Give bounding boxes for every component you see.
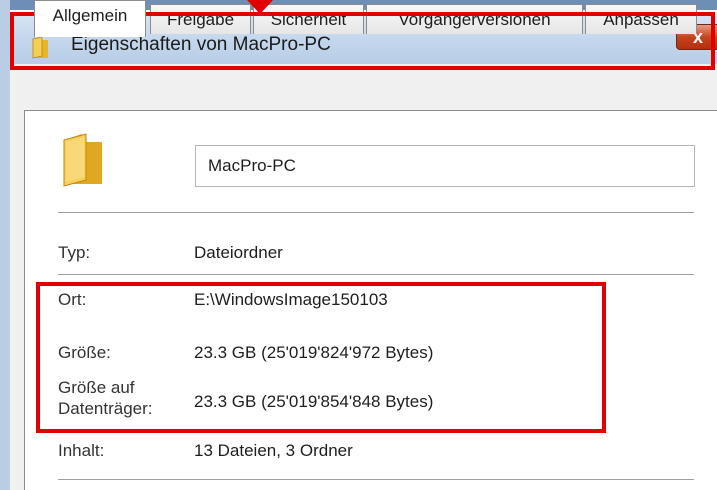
tab-label: Allgemein <box>52 6 128 25</box>
folder-name-input[interactable] <box>195 145 695 187</box>
size-on-disk-value: 23.3 GB (25'019'854'848 Bytes) <box>194 392 434 411</box>
divider <box>58 212 694 213</box>
folder-icon <box>32 36 48 59</box>
annotation-arrow <box>247 0 273 14</box>
size-value: 23.3 GB (25'019'824'972 Bytes) <box>194 343 434 362</box>
size-label: Größe: <box>58 343 111 362</box>
contents-label: Inhalt: <box>58 441 105 460</box>
tab-label: Vorgängerversionen <box>398 10 551 29</box>
folder-icon <box>63 133 102 187</box>
location-label: Ort: <box>58 290 87 309</box>
size-on-disk-label-line2: Datenträger: <box>58 399 153 418</box>
divider <box>58 479 694 480</box>
tab-label: Sicherheit <box>270 10 347 29</box>
tab-label: Anpassen <box>603 10 679 29</box>
type-label: Typ: <box>58 243 91 262</box>
size-on-disk-label-line1: Größe auf <box>58 378 135 397</box>
type-value: Dateiordner <box>194 243 283 262</box>
tab-label: Freigabe <box>166 10 235 29</box>
window-title: Eigenschaften von MacPro-PC <box>71 34 331 55</box>
location-value: E:\WindowsImage150103 <box>194 290 388 309</box>
divider <box>58 274 694 275</box>
size-on-disk-label: Größe auf Datenträger: <box>58 377 153 419</box>
tab-freigabe[interactable]: Freigabe <box>150 4 251 34</box>
tab-vorgaengerversionen[interactable]: Vorgängerversionen <box>366 4 583 34</box>
window-frame-left <box>0 0 10 490</box>
contents-value: 13 Dateien, 3 Ordner <box>194 441 353 460</box>
tab-anpassen[interactable]: Anpassen <box>585 4 697 34</box>
tab-allgemein[interactable]: Allgemein <box>34 0 146 37</box>
